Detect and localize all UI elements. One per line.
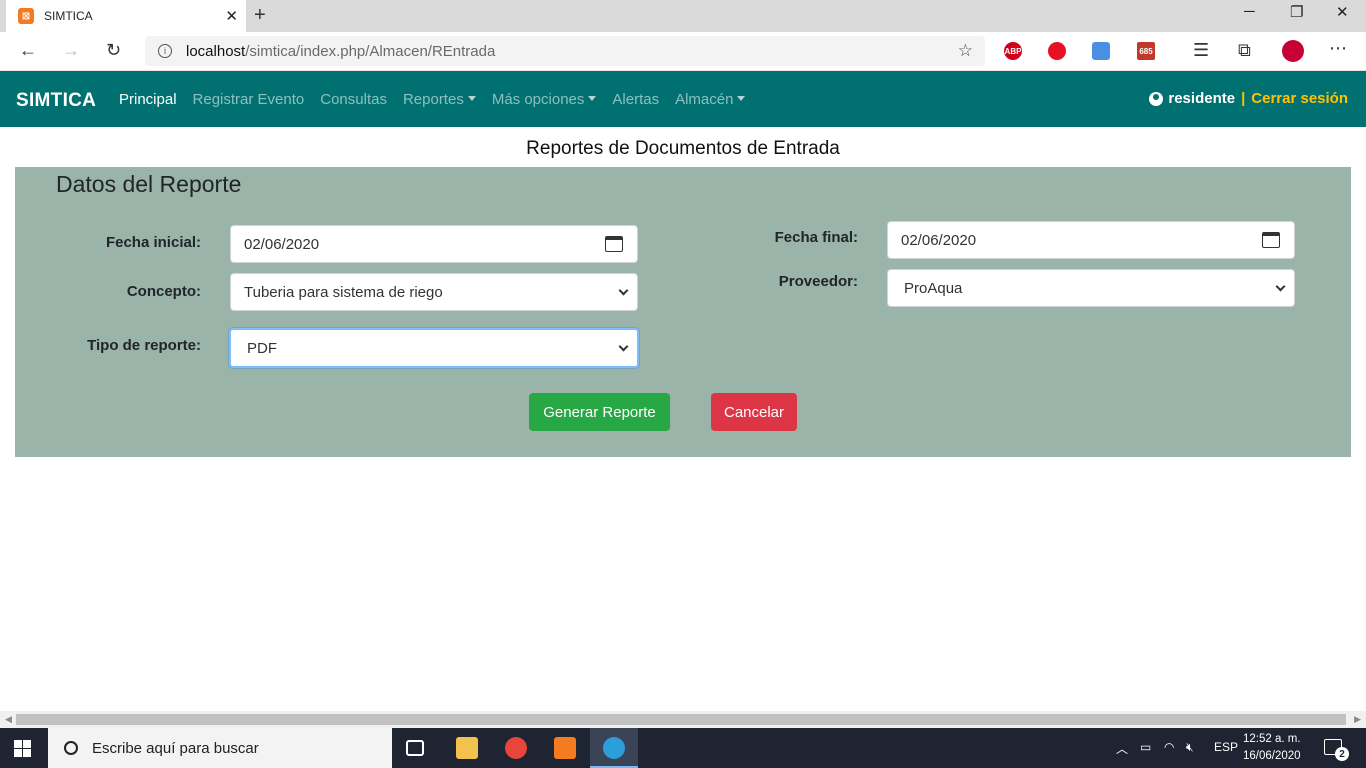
chevron-down-icon [618, 285, 629, 296]
cancel-button[interactable]: Cancelar [711, 393, 797, 431]
username: residente [1168, 90, 1236, 107]
taskbar-search[interactable]: Escribe aquí para buscar [48, 728, 392, 768]
proveedor-select[interactable]: ProAqua [887, 269, 1295, 307]
horizontal-scrollbar[interactable]: ◀ ▶ [0, 711, 1366, 728]
nav-almacen[interactable]: Almacén [675, 91, 746, 108]
browser-tab[interactable]: ⊠ SIMTICA ✕ [6, 0, 246, 32]
concepto-value: Tuberia para sistema de riego [244, 283, 443, 301]
restore-icon[interactable]: ❐ [1290, 3, 1303, 21]
minimize-icon[interactable]: ─ [1244, 3, 1255, 20]
nav-registrar-evento[interactable]: Registrar Evento [193, 91, 305, 108]
chevron-down-icon [618, 341, 629, 352]
proveedor-value: ProAqua [904, 279, 963, 297]
fecha-final-input[interactable]: 02/06/2020 [887, 221, 1295, 259]
volume-muted-icon[interactable]: 🔇︎ [1186, 740, 1194, 755]
caret-down-icon [467, 96, 476, 101]
edge-icon [603, 737, 625, 759]
windows-start-icon[interactable] [14, 740, 31, 757]
new-tab-icon[interactable]: + [254, 4, 266, 27]
scroll-left-icon[interactable]: ◀ [5, 714, 12, 725]
proveedor-label: Proveedor: [778, 273, 858, 290]
chevron-down-icon [1275, 281, 1286, 292]
calendar-icon[interactable] [1262, 232, 1280, 248]
scrollbar-thumb[interactable] [16, 714, 1346, 725]
logout-link[interactable]: Cerrar sesión [1251, 90, 1348, 107]
panel-title: Datos del Reporte [56, 171, 242, 197]
user-area: residente | Cerrar sesión [1149, 90, 1348, 107]
nav-principal[interactable]: Principal [119, 91, 177, 108]
nav-mas-opciones[interactable]: Más opciones [492, 91, 597, 108]
fecha-inicial-input[interactable]: 02/06/2020 [230, 225, 638, 263]
caret-down-icon [737, 96, 746, 101]
concepto-select[interactable]: Tuberia para sistema de riego [230, 273, 638, 311]
favorite-star-icon[interactable]: ☆ [958, 41, 973, 61]
main-menu: Principal Registrar Evento Consultas Rep… [119, 91, 761, 108]
fecha-inicial-value: 02/06/2020 [244, 235, 320, 253]
separator: | [1241, 90, 1246, 107]
clock-time: 12:52 a. m. [1243, 733, 1301, 745]
notifications-icon[interactable]: 2 [1324, 739, 1349, 761]
window-close-icon[interactable]: ✕ [1336, 3, 1349, 21]
file-explorer-icon[interactable] [456, 737, 478, 759]
clock[interactable]: 12:52 a. m. 16/06/2020 [1243, 731, 1301, 765]
notification-count: 2 [1335, 747, 1349, 761]
address-bar[interactable]: i localhost/simtica/index.php/Almacen/RE… [145, 36, 985, 66]
xampp-icon[interactable] [554, 737, 576, 759]
calendar-icon[interactable] [605, 236, 623, 252]
browser-tab-strip: ⊠ SIMTICA ✕ + ─ ❐ ✕ [0, 0, 1366, 32]
chrome-icon[interactable] [505, 737, 527, 759]
favorites-icon[interactable]: ☰ [1193, 40, 1209, 61]
tipo-reporte-select[interactable]: PDF [229, 328, 639, 368]
user-circle-icon [1149, 91, 1164, 106]
search-icon [64, 741, 78, 755]
chevron-up-icon[interactable]: ︿ [1116, 740, 1128, 757]
fecha-final-label: Fecha final: [774, 229, 858, 246]
battery-icon[interactable]: ▭ [1140, 740, 1151, 754]
task-view-icon[interactable] [406, 740, 424, 756]
nav-consultas[interactable]: Consultas [320, 91, 387, 108]
red-shield-extension-icon[interactable] [1048, 42, 1066, 60]
app-navbar: SIMTICA Principal Registrar Evento Consu… [0, 71, 1366, 127]
concepto-label: Concepto: [126, 283, 201, 300]
brand-logo[interactable]: SIMTICA [16, 90, 96, 112]
caret-down-icon [588, 96, 597, 101]
url-path: /simtica/index.php/Almacen/REntrada [245, 42, 496, 60]
settings-more-icon[interactable]: ⋯ [1329, 38, 1347, 59]
xampp-favicon-icon: ⊠ [18, 8, 34, 24]
nav-alertas[interactable]: Alertas [612, 91, 659, 108]
tipo-reporte-value: PDF [247, 339, 277, 357]
fecha-inicial-label: Fecha inicial: [105, 234, 201, 251]
taskbar-search-placeholder: Escribe aquí para buscar [92, 739, 259, 757]
page-title: Reportes de Documentos de Entrada [526, 138, 840, 159]
adblock-plus-icon[interactable]: ABP [1004, 42, 1022, 60]
browser-toolbar: ← → ↻ i localhost/simtica/index.php/Alma… [0, 32, 1366, 71]
profile-swirl-icon[interactable] [1282, 40, 1304, 62]
wifi-icon[interactable]: ◠ [1164, 740, 1174, 754]
site-info-icon[interactable]: i [158, 44, 172, 58]
scroll-right-icon[interactable]: ▶ [1354, 714, 1361, 725]
edge-taskbar-button[interactable] [590, 728, 638, 768]
language-indicator[interactable]: ESP [1214, 740, 1238, 754]
tab-title: SIMTICA [44, 9, 93, 23]
clock-date: 16/06/2020 [1243, 750, 1301, 762]
tipo-reporte-label: Tipo de reporte: [87, 337, 201, 354]
back-icon[interactable]: ← [19, 40, 37, 61]
fecha-final-value: 02/06/2020 [901, 231, 977, 249]
forward-icon[interactable]: → [62, 40, 80, 61]
translate-icon[interactable] [1092, 42, 1110, 60]
gmail-checker-icon[interactable]: 685 [1137, 42, 1155, 60]
windows-taskbar: Escribe aquí para buscar ︿ ▭ ◠ 🔇︎ ESP 12… [0, 728, 1366, 768]
generate-report-button[interactable]: Generar Reporte [529, 393, 670, 431]
refresh-icon[interactable]: ↻ [106, 40, 121, 61]
collections-icon[interactable]: ⧉ [1238, 40, 1251, 61]
report-form-panel: Datos del Reporte Fecha inicial: 02/06/2… [15, 167, 1351, 457]
nav-reportes[interactable]: Reportes [403, 91, 476, 108]
url-host: localhost [186, 42, 246, 60]
close-tab-icon[interactable]: ✕ [225, 7, 238, 25]
